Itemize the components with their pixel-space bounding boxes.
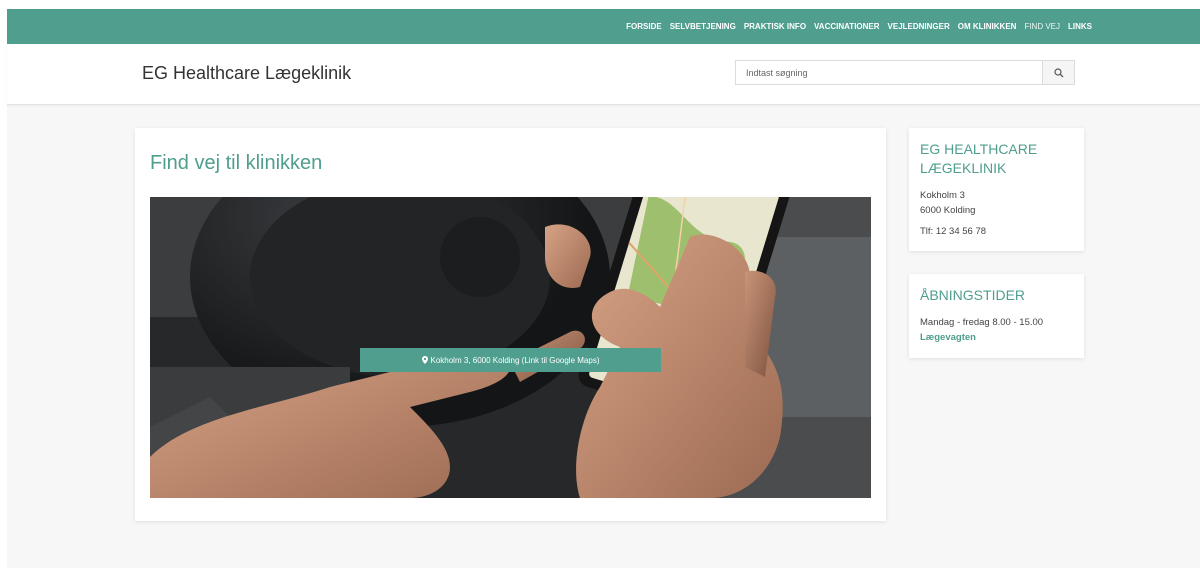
nav-item-praktisk-info[interactable]: PRAKTISK INFO <box>744 22 806 31</box>
opening-hours-box: ÅBNINGSTIDER Mandag - fredag 8.00 - 15.0… <box>909 274 1084 358</box>
search-icon <box>1053 67 1063 77</box>
clinic-address-line2: 6000 Kolding <box>920 205 976 216</box>
clinic-phone: Tlf: 12 34 56 78 <box>920 226 987 237</box>
clinic-name-heading: EG HEALTHCARE LÆGEKLINIK <box>920 141 1038 176</box>
map-link-label: Kokholm 3, 6000 Kolding (Link til Google… <box>430 355 600 365</box>
search-input[interactable] <box>736 61 1046 84</box>
top-navigation: FORSIDE SELVBETJENING PRAKTISK INFO VACC… <box>7 9 1200 44</box>
search-button[interactable] <box>1042 61 1074 84</box>
nav-item-vejledninger[interactable]: VEJLEDNINGER <box>888 22 950 31</box>
map-marker-icon <box>421 356 428 364</box>
nav-item-selvbetjening[interactable]: SELVBETJENING <box>670 22 736 31</box>
opening-hours-weekdays: Mandag - fredag 8.00 - 15.00 <box>920 317 1044 328</box>
nav-item-forside[interactable]: FORSIDE <box>626 22 662 31</box>
page-frame: FORSIDE SELVBETJENING PRAKTISK INFO VACC… <box>7 9 1200 568</box>
clinic-address-line1: Kokholm 3 <box>920 190 965 201</box>
hero-image: Kokholm 3, 6000 Kolding (Link til Google… <box>150 197 871 498</box>
nav-item-vaccinationer[interactable]: VACCINATIONER <box>814 22 879 31</box>
search-box <box>735 60 1075 85</box>
google-maps-link[interactable]: Kokholm 3, 6000 Kolding (Link til Google… <box>360 348 661 372</box>
nav-item-om-klinikken[interactable]: OM KLINIKKEN <box>958 22 1017 31</box>
opening-hours-heading: ÅBNINGSTIDER <box>920 287 1026 303</box>
main-content-card: Find vej til klinikken Kokholm 3, 6000 K… <box>135 128 886 521</box>
laegevagten-link[interactable]: Lægevagten <box>920 332 976 343</box>
site-title[interactable]: EG Healthcare Lægeklinik <box>142 63 351 84</box>
nav-item-find-vej[interactable]: FIND VEJ <box>1024 22 1060 31</box>
page-title: Find vej til klinikken <box>150 152 323 174</box>
site-header: EG Healthcare Lægeklinik <box>7 44 1200 105</box>
clinic-info-box: EG HEALTHCARE LÆGEKLINIK Kokholm 3 6000 … <box>909 128 1084 251</box>
nav-item-links[interactable]: LINKS <box>1068 22 1092 31</box>
nav-menu: FORSIDE SELVBETJENING PRAKTISK INFO VACC… <box>626 9 1092 44</box>
